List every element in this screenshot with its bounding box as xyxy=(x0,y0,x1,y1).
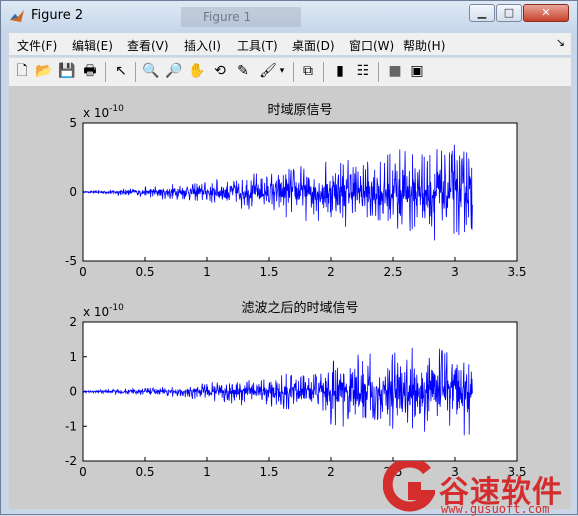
pointer-icon[interactable]: ↖ xyxy=(112,62,130,80)
toolbar-separator xyxy=(378,62,379,82)
minimize-button[interactable]: ▁ xyxy=(469,4,495,22)
x-tick-label: 1 xyxy=(203,265,211,279)
menu-bar: 文件(F) 编辑(E) 查看(V) 插入(I) 工具(T) 桌面(D) 窗口(W… xyxy=(9,33,571,55)
x-tick-label: 1.5 xyxy=(259,265,278,279)
x-tick-label: 1.5 xyxy=(259,465,278,479)
open-folder-icon[interactable]: 📂 xyxy=(35,62,53,80)
window-title: Figure 2 xyxy=(31,8,84,23)
x-tick-label: 3.5 xyxy=(507,265,526,279)
close-button[interactable]: ✕ xyxy=(523,4,569,22)
y-tick-label: -1 xyxy=(65,419,77,433)
figure-svg: 时域原信号 x 10-10 0 0.5 1 1.5 2 2.5 3 3.550-5 滤波之后的… xyxy=(65,103,527,479)
data-cursor-icon[interactable]: ✎ xyxy=(234,62,252,80)
watermark-logo: 谷速软件 www.gusuoft.com xyxy=(383,459,578,516)
y-tick-label: -5 xyxy=(65,254,77,268)
toolbar-separator xyxy=(105,62,106,82)
menu-file[interactable]: 文件(F) xyxy=(17,37,57,54)
y-tick-label: 5 xyxy=(69,116,77,130)
y-tick-label: 0 xyxy=(69,385,77,399)
background-window-title: Figure 1 xyxy=(181,7,301,27)
legend-icon[interactable]: ☷ xyxy=(354,62,372,80)
maximize-button[interactable]: □ xyxy=(496,4,522,22)
brush-dropdown-icon[interactable]: ▾ xyxy=(277,62,287,80)
zoom-in-icon[interactable]: 🔍 xyxy=(142,62,160,80)
title-bar[interactable]: Figure 2 Figure 1 ▁ □ ✕ xyxy=(1,1,577,31)
menu-insert[interactable]: 插入(I) xyxy=(184,37,221,54)
y-tick-label: -2 xyxy=(65,454,77,468)
y-tick-label: 2 xyxy=(69,315,77,329)
menu-view[interactable]: 查看(V) xyxy=(127,37,169,54)
x-tick-label: 2.5 xyxy=(383,265,402,279)
axes-bottom-exponent: x 10-10 xyxy=(83,303,124,319)
pan-hand-icon[interactable]: ✋ xyxy=(188,62,206,80)
axes-top[interactable]: 时域原信号 x 10-10 0 0.5 1 1.5 2 2.5 3 3.550-5 xyxy=(65,103,527,279)
print-icon[interactable]: 🖶 xyxy=(81,62,99,80)
y-tick-label: 0 xyxy=(69,185,77,199)
toolbar-separator xyxy=(323,62,324,82)
rotate-3d-icon[interactable]: ⟲ xyxy=(211,62,229,80)
link-plot-icon[interactable]: ⧉ xyxy=(299,62,317,80)
toolbar-separator xyxy=(293,62,294,82)
colorbar-icon[interactable]: ▮ xyxy=(331,62,349,80)
menu-window[interactable]: 窗口(W) xyxy=(349,37,394,54)
menu-help[interactable]: 帮助(H) xyxy=(403,37,445,54)
figure-toolbar: 🗋 📂 💾 🖶 ↖ 🔍 🔎 ✋ ⟲ ✎ 🖌 ▾ ⧉ ▮ ☷ ■ ▣ xyxy=(9,57,571,86)
y-tick-label: 1 xyxy=(69,350,77,364)
menu-tools[interactable]: 工具(T) xyxy=(237,37,278,54)
x-tick-label: 0.5 xyxy=(135,265,154,279)
watermark-g-icon xyxy=(383,461,435,512)
new-file-icon[interactable]: 🗋 xyxy=(13,62,31,80)
axes-top-exponent: x 10-10 xyxy=(83,104,124,120)
figure-window: Figure 2 Figure 1 ▁ □ ✕ 文件(F) 编辑(E) 查看(V… xyxy=(0,0,578,516)
save-icon[interactable]: 💾 xyxy=(58,62,76,80)
x-tick-label: 1 xyxy=(203,465,211,479)
x-tick-label: 2 xyxy=(327,265,335,279)
show-plot-tools-icon[interactable]: ▣ xyxy=(408,62,426,80)
figure-canvas: 时域原信号 x 10-10 0 0.5 1 1.5 2 2.5 3 3.5 5 0 -5 滤波之后的… xyxy=(9,86,571,509)
x-tick-label: 3 xyxy=(451,265,459,279)
hide-plot-tools-icon[interactable]: ■ xyxy=(386,62,404,80)
zoom-out-icon[interactable]: 🔎 xyxy=(165,62,183,80)
watermark-url: www.gusuoft.com xyxy=(441,502,550,516)
menu-edit[interactable]: 编辑(E) xyxy=(72,37,113,54)
axes-top-title: 时域原信号 xyxy=(267,103,332,118)
x-tick-label: 2 xyxy=(327,465,335,479)
x-tick-label: 0 xyxy=(79,465,87,479)
menu-desktop[interactable]: 桌面(D) xyxy=(292,37,335,54)
axes-bottom[interactable]: 滤波之后的时域信号 x 10-10 0 0.5 1 1.5 2 2.5 3 3.5210-1-… xyxy=(65,300,527,479)
x-tick-label: 0 xyxy=(79,265,87,279)
x-tick-label: 0.5 xyxy=(135,465,154,479)
matlab-logo-icon xyxy=(10,10,24,22)
axes-bottom-title: 滤波之后的时域信号 xyxy=(241,300,358,316)
brush-icon[interactable]: 🖌 xyxy=(259,62,277,80)
toolbar-separator xyxy=(135,62,136,82)
menubar-overflow-icon[interactable]: ↘ xyxy=(556,36,565,49)
